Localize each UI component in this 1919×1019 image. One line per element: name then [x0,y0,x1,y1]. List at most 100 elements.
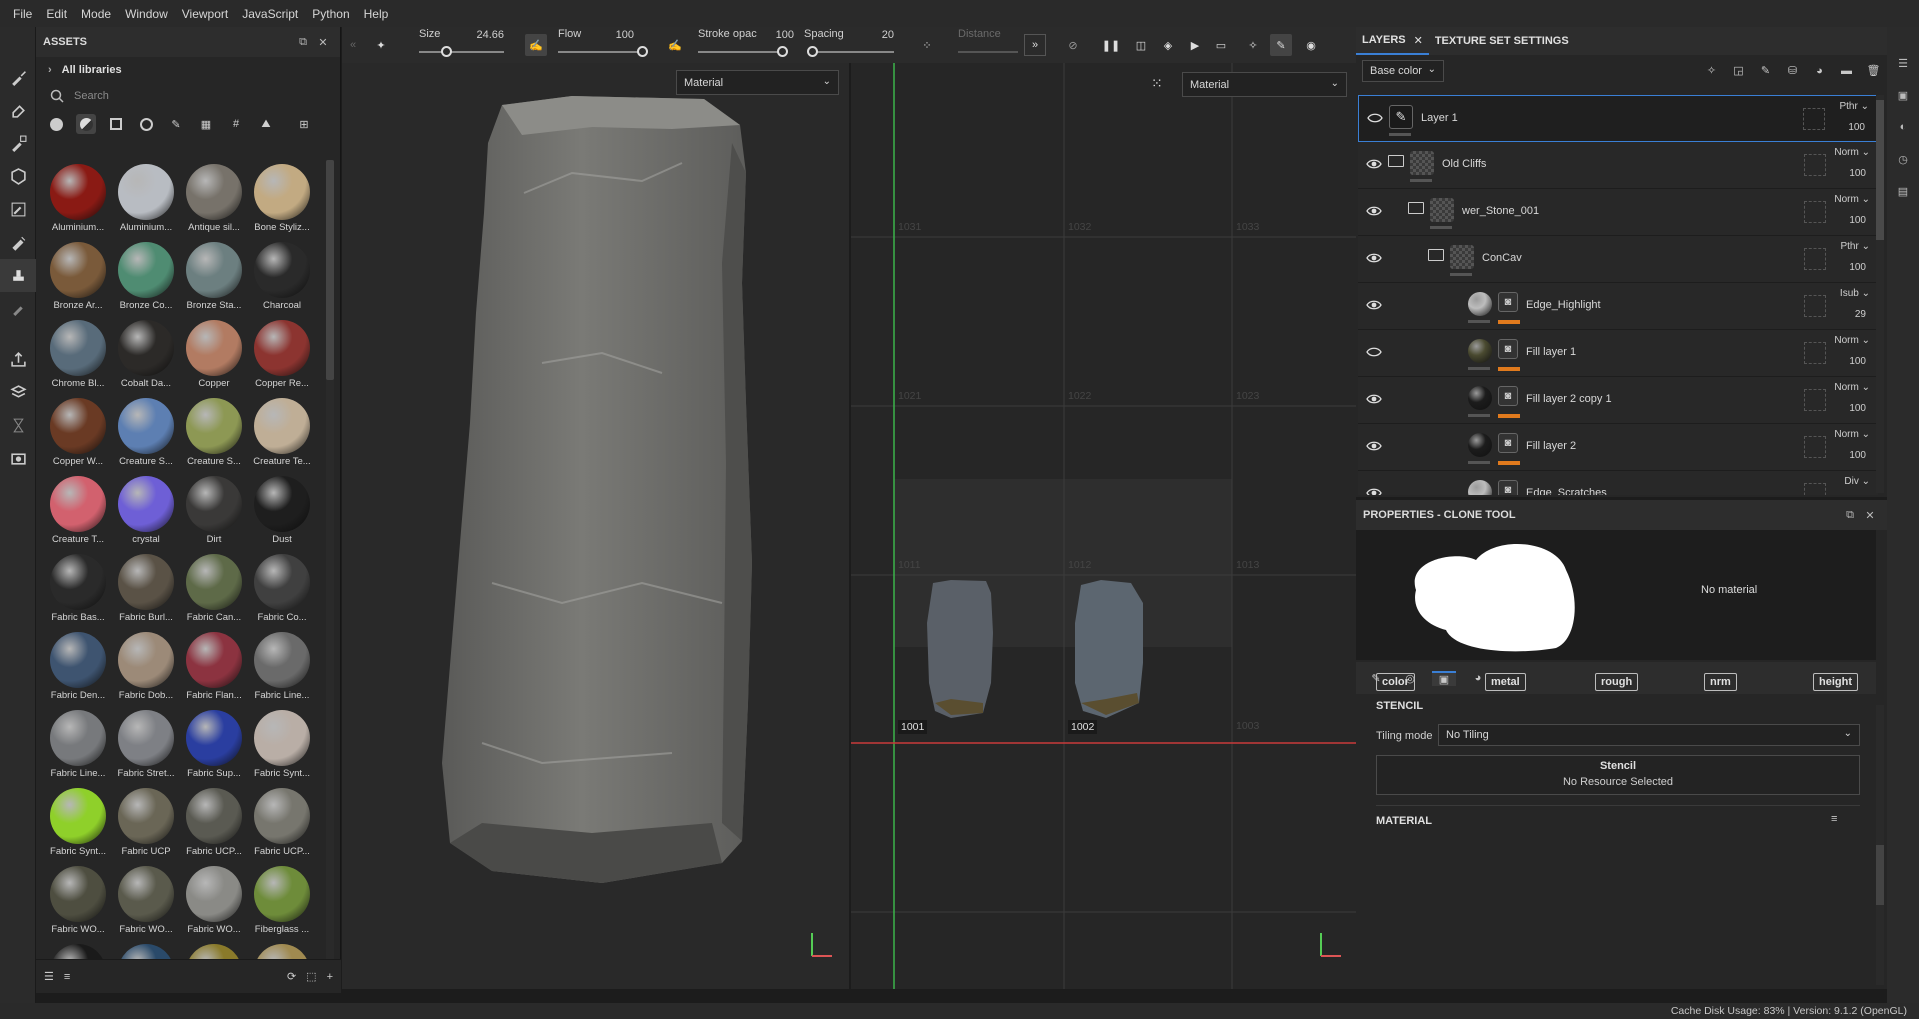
filter-smart-materials-button[interactable] [76,114,96,134]
filter-masks-button[interactable] [106,114,126,134]
material-item[interactable]: Fabric Synt... [248,706,316,784]
material-item[interactable]: Fabric UCP... [248,784,316,862]
stroke-opacity-handle[interactable] [777,46,788,57]
layer-row[interactable]: Old Cliffs Norm ⌄ 100 [1358,142,1878,189]
material-item[interactable] [44,940,112,960]
visibility-eye-icon[interactable] [1366,252,1382,264]
layer-mask-slot[interactable] [1804,436,1826,458]
filter-smart-masks-button[interactable] [136,114,156,134]
visibility-eye-icon[interactable] [1366,440,1382,452]
material-item[interactable]: Creature T... [44,472,112,550]
layers-scrollbar[interactable] [1876,95,1884,493]
flow-slider[interactable] [558,51,642,53]
view-options-icon[interactable]: ⁙ [1151,75,1163,92]
color-picker-button[interactable] [0,292,36,325]
add-material-icon[interactable]: ◕ [1806,65,1833,77]
menu-window[interactable]: Window [118,7,175,21]
tab-texture-set-settings[interactable]: TEXTURE SET SETTINGS [1429,27,1575,55]
material-item[interactable]: crystal [112,472,180,550]
material-item[interactable]: Dust [248,472,316,550]
material-item[interactable]: Fabric Stret... [112,706,180,784]
material-item[interactable]: Bronze Ar... [44,238,112,316]
layer-row[interactable]: ✎ Layer 1 Pthr ⌄ 100 [1358,95,1878,142]
layers-dock-icon[interactable]: ☰ [1887,47,1919,79]
add-mask-icon[interactable]: ◲ [1725,64,1752,77]
opacity-value[interactable]: 29 [1855,309,1866,320]
layer-mask-slot[interactable] [1803,108,1825,130]
material-item[interactable]: Cobalt Da... [112,316,180,394]
material-item[interactable]: Copper [180,316,248,394]
channel-select[interactable]: Base color ⌄ [1362,59,1444,82]
light-rotate-icon[interactable]: ✧ [1242,34,1264,56]
flow-pressure-icon[interactable]: ✍ [525,34,547,56]
blend-mode-select[interactable]: Div ⌄ [1844,476,1870,487]
material-item[interactable]: Bone Styliz... [248,160,316,238]
layer-row[interactable]: ConCav Pthr ⌄ 100 [1358,236,1878,283]
stroke-opacity-slider[interactable] [698,51,782,53]
channel-color-toggle[interactable]: color [1376,673,1415,691]
visibility-eye-icon[interactable] [1367,112,1383,124]
bake-button[interactable] [0,376,36,409]
scrollbar-thumb[interactable] [1876,100,1884,240]
spacing-slider[interactable] [810,51,894,53]
menu-help[interactable]: Help [357,7,396,21]
channel-nrm-toggle[interactable]: nrm [1704,673,1737,691]
layer-row[interactable]: ◙ Edge_Scratches Div ⌄ [1358,471,1878,495]
opacity-value[interactable]: 100 [1849,403,1866,414]
menu-edit[interactable]: Edit [39,7,74,21]
material-menu-icon[interactable]: ≡ [1831,813,1837,825]
material-item[interactable]: Fabric Den... [44,628,112,706]
filter-textures-button[interactable]: ▦ [196,114,216,134]
paint-mode-icon[interactable]: ✎ [1270,34,1292,56]
size-value[interactable]: 24.66 [472,29,504,41]
material-item[interactable]: Dirt [180,472,248,550]
layer-mask-slot[interactable] [1804,342,1826,364]
material-item[interactable]: Fabric Line... [248,628,316,706]
expand-toolbar-icon[interactable]: » [1024,34,1046,56]
visibility-eye-icon[interactable] [1366,487,1382,495]
properties-scrollbar[interactable] [1876,705,1884,985]
blend-mode-select[interactable]: Norm ⌄ [1834,335,1870,346]
shader-settings-icon[interactable]: ◐ [1887,111,1919,143]
display-icon[interactable]: ▭ [1210,34,1232,56]
import-icon[interactable]: ⬚ [306,970,316,983]
add-folder-icon[interactable]: ▬ [1833,65,1860,77]
material-item[interactable]: Chrome Bl... [44,316,112,394]
export-button[interactable] [0,343,36,376]
material-item[interactable]: Fabric WO... [44,862,112,940]
material-item[interactable]: Fabric UCP [112,784,180,862]
paint-tool-button[interactable] [0,61,36,94]
blend-mode-select[interactable]: Norm ⌄ [1834,194,1870,205]
material-item[interactable]: Fiberglass ... [248,862,316,940]
view-mode-button[interactable]: ⊞ [294,114,314,134]
material-item[interactable]: Fabric WO... [180,862,248,940]
stencil-tab-icon[interactable]: ▣ [1432,670,1456,686]
pause-icon[interactable]: ❚❚ [1100,34,1122,56]
stencil-resource-slot[interactable]: Stencil No Resource Selected [1376,755,1860,795]
material-item[interactable] [180,940,248,960]
material-item[interactable]: Fabric Can... [180,550,248,628]
eraser-tool-button[interactable] [0,94,36,127]
material-item[interactable]: Aluminium... [44,160,112,238]
viewport-2d-mode-select[interactable]: Material ⌄ [1182,72,1347,97]
float-panel-icon[interactable]: ⧉ [1840,509,1860,522]
brush-preset-icon[interactable]: ✦ [370,34,392,56]
add-paint-layer-icon[interactable]: ✎ [1752,64,1779,77]
log-icon[interactable]: ▤ [1887,175,1919,207]
display-settings-icon[interactable]: ▣ [1887,79,1919,111]
close-icon[interactable]: ✕ [313,36,333,49]
material-item[interactable]: Fabric UCP... [180,784,248,862]
scrollbar-thumb[interactable] [326,160,334,380]
material-item[interactable] [248,940,316,960]
visibility-eye-icon[interactable] [1366,346,1382,358]
filter-grids-button[interactable]: # [226,114,246,134]
material-item[interactable]: Fabric Burl... [112,550,180,628]
libraries-row[interactable]: › All libraries [36,57,340,83]
spacing-slider-handle[interactable] [806,46,818,57]
layer-mask-slot[interactable] [1804,295,1826,317]
layer-row[interactable]: ◙ Edge_Highlight Isub ⌄ 29 [1358,283,1878,330]
material-item[interactable]: Aluminium... [112,160,180,238]
layer-mask-slot[interactable] [1804,483,1826,495]
channel-rough-toggle[interactable]: rough [1595,673,1639,691]
clone-tool-button[interactable] [0,259,36,292]
